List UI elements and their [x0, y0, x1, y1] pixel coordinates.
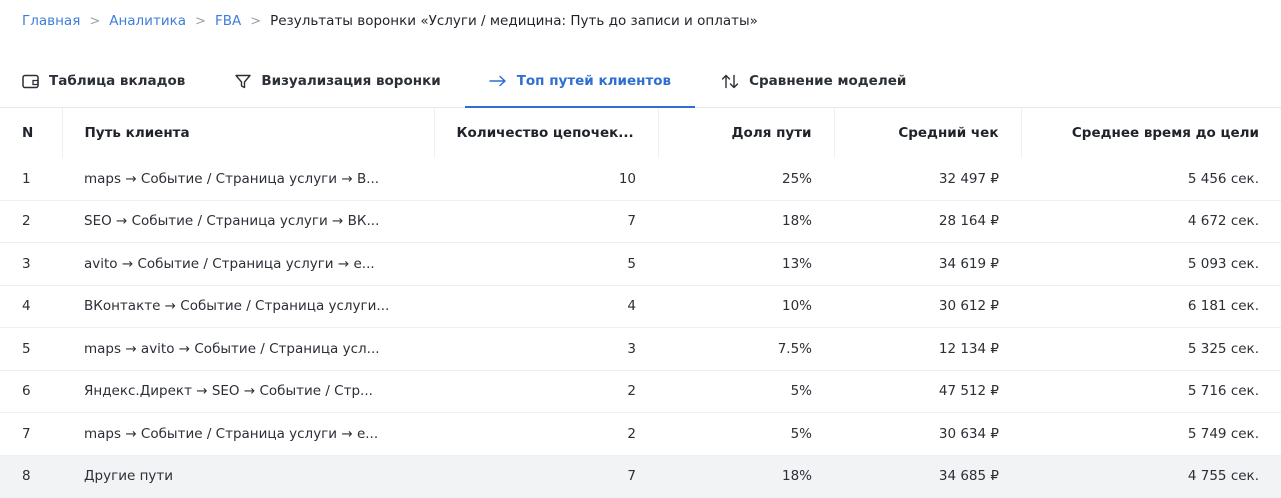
tab-label: Визуализация воронки	[261, 73, 441, 89]
cell-chain-count: 3	[434, 327, 658, 371]
column-header-n[interactable]: N	[0, 108, 63, 158]
cell-n: 1	[0, 158, 62, 201]
cell-path: Другие пути	[62, 455, 434, 498]
table-row[interactable]: 7 maps → Событие / Страница услуги → е..…	[0, 412, 1281, 456]
cell-chain-count: 4	[434, 285, 658, 328]
cell-avg-time: 5 325 сек.	[1021, 327, 1281, 371]
cell-avg-time: 5 716 сек.	[1021, 370, 1281, 413]
cell-path: maps → avito → Событие / Страница усл...	[62, 327, 434, 371]
tab-contributions-table[interactable]: Таблица вкладов	[22, 55, 185, 107]
cell-avg-time: 5 456 сек.	[1021, 158, 1281, 201]
cell-avg-check: 30 634 ₽	[834, 412, 1021, 456]
cell-path-share: 7.5%	[658, 327, 834, 371]
cell-avg-time: 5 093 сек.	[1021, 242, 1281, 286]
cell-avg-check: 47 512 ₽	[834, 370, 1021, 413]
breadcrumb-fba[interactable]: FBA	[215, 13, 241, 29]
cell-chain-count: 10	[434, 158, 658, 201]
cell-avg-time: 6 181 сек.	[1021, 285, 1281, 328]
cell-avg-time: 5 749 сек.	[1021, 412, 1281, 456]
cell-avg-check: 12 134 ₽	[834, 327, 1021, 371]
tab-top-customer-paths[interactable]: Топ путей клиентов	[464, 55, 696, 108]
cell-path-share: 18%	[658, 455, 834, 498]
tab-bar: Таблица вкладов Визуализация воронки Топ…	[0, 55, 1281, 108]
cell-path: avito → Событие / Страница услуги → е...	[62, 242, 434, 286]
cell-avg-check: 32 497 ₽	[834, 158, 1021, 201]
cell-path: maps → Событие / Страница услуги → е...	[62, 412, 434, 456]
cell-avg-time: 4 672 сек.	[1021, 200, 1281, 243]
table-row-other-paths[interactable]: 8 Другие пути 7 18% 34 685 ₽ 4 755 сек.	[0, 455, 1281, 498]
table-row[interactable]: 2 SEO → Событие / Страница услуги → ВК..…	[0, 200, 1281, 243]
cell-avg-time: 4 755 сек.	[1021, 455, 1281, 498]
paths-table: N Путь клиента Количество цепочек... Дол…	[0, 108, 1281, 498]
cell-n: 5	[0, 327, 62, 371]
table-header-row: N Путь клиента Количество цепочек... Дол…	[0, 108, 1281, 158]
cell-path: maps → Событие / Страница услуги → В...	[62, 158, 434, 201]
table-row[interactable]: 6 Яндекс.Директ → SEO → Событие / Стр...…	[0, 370, 1281, 413]
cell-avg-check: 30 612 ₽	[834, 285, 1021, 328]
cell-path-share: 25%	[658, 158, 834, 201]
table-row[interactable]: 4 ВКонтакте → Событие / Страница услуги.…	[0, 285, 1281, 328]
cell-chain-count: 2	[434, 412, 658, 456]
tab-label: Таблица вкладов	[49, 73, 186, 89]
column-header-avg-time[interactable]: Среднее время до цели	[1021, 108, 1281, 158]
cell-path-share: 5%	[658, 370, 834, 413]
column-header-path[interactable]: Путь клиента	[62, 108, 435, 158]
chevron-right-icon: >	[89, 13, 101, 29]
breadcrumb-analytics[interactable]: Аналитика	[109, 13, 186, 29]
funnel-icon	[235, 74, 252, 89]
cell-path: SEO → Событие / Страница услуги → ВК...	[62, 200, 434, 243]
cell-avg-check: 34 619 ₽	[834, 242, 1021, 286]
tab-label: Топ путей клиентов	[516, 73, 672, 89]
cell-n: 6	[0, 370, 62, 413]
cell-n: 7	[0, 412, 62, 456]
page-title: Результаты воронки «Услуги / медицина: П…	[270, 13, 758, 29]
column-header-chain-count[interactable]: Количество цепочек...	[434, 108, 659, 158]
breadcrumb: Главная > Аналитика > FBA > Результаты в…	[22, 10, 758, 32]
table-row[interactable]: 1 maps → Событие / Страница услуги → В..…	[0, 158, 1281, 201]
chevron-right-icon: >	[250, 13, 262, 29]
cell-avg-check: 28 164 ₽	[834, 200, 1021, 243]
table-row[interactable]: 3 avito → Событие / Страница услуги → е.…	[0, 242, 1281, 286]
chevron-right-icon: >	[195, 13, 206, 29]
cell-path-share: 13%	[658, 242, 834, 286]
cell-chain-count: 7	[434, 200, 658, 243]
cell-path: ВКонтакте → Событие / Страница услуги...	[62, 285, 434, 328]
cell-chain-count: 7	[434, 455, 658, 498]
cell-avg-check: 34 685 ₽	[834, 455, 1021, 498]
tab-label: Сравнение моделей	[749, 73, 907, 89]
tab-funnel-visualization[interactable]: Визуализация воронки	[235, 55, 441, 107]
cell-n: 3	[0, 242, 62, 286]
cell-n: 2	[0, 200, 62, 243]
cell-n: 8	[0, 455, 62, 498]
sort-arrows-icon	[721, 74, 739, 89]
cell-path-share: 18%	[658, 200, 834, 243]
cell-path-share: 5%	[658, 412, 834, 456]
wallet-icon	[22, 74, 39, 89]
arrow-right-icon	[488, 75, 507, 87]
cell-path: Яндекс.Директ → SEO → Событие / Стр...	[62, 370, 434, 413]
column-header-avg-check[interactable]: Средний чек	[834, 108, 1022, 158]
column-header-path-share[interactable]: Доля пути	[658, 108, 835, 158]
cell-chain-count: 2	[434, 370, 658, 413]
cell-path-share: 10%	[658, 285, 834, 328]
tab-model-comparison[interactable]: Сравнение моделей	[721, 55, 906, 107]
cell-n: 4	[0, 285, 62, 328]
cell-chain-count: 5	[434, 242, 658, 286]
table-row[interactable]: 5 maps → avito → Событие / Страница усл.…	[0, 327, 1281, 371]
breadcrumb-home[interactable]: Главная	[22, 13, 80, 29]
